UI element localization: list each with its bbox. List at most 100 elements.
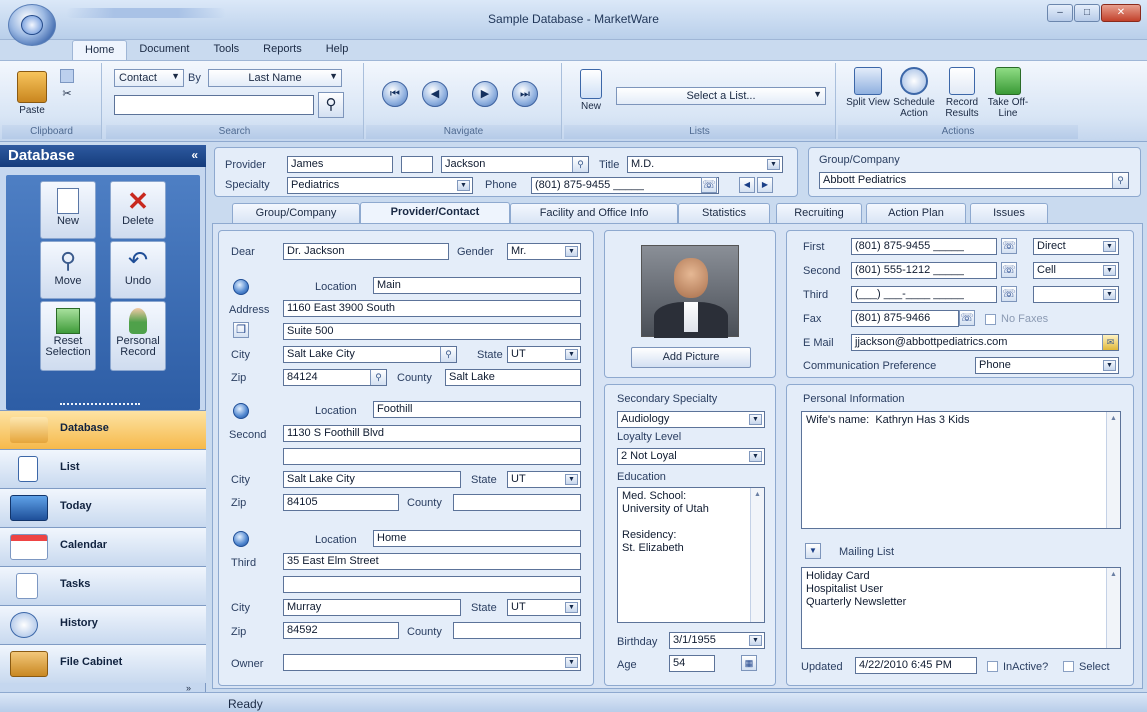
loyalty-level-select[interactable]: 2 Not Loyal ▼ — [617, 448, 765, 465]
nav-list[interactable]: List — [0, 449, 206, 488]
dial-phone-icon[interactable]: ☏ — [1001, 262, 1017, 278]
address3-location[interactable]: Home — [373, 530, 581, 547]
address1-state[interactable]: UT ▼ — [507, 346, 581, 363]
previous-record-icon[interactable]: ◀ — [422, 81, 448, 107]
new-list-button[interactable]: New — [574, 69, 608, 112]
move-record-button[interactable]: ⚲ Move — [40, 241, 96, 299]
address1-county[interactable]: Salt Lake — [445, 369, 581, 386]
address3-zip[interactable]: 84592 — [283, 622, 399, 639]
previous-phone-icon[interactable]: ◀ — [739, 177, 755, 193]
first-phone-type[interactable]: Direct ▼ — [1033, 238, 1119, 255]
cut-icon[interactable]: ✂ — [60, 89, 74, 103]
second-phone-type[interactable]: Cell ▼ — [1033, 262, 1119, 279]
personal-record-button[interactable]: Personal Record — [110, 301, 166, 371]
provider-first-name[interactable]: James — [287, 156, 393, 173]
tab-recruiting[interactable]: Recruiting — [776, 203, 862, 223]
minimize-button[interactable]: – — [1047, 4, 1073, 22]
add-picture-button[interactable]: Add Picture — [631, 347, 751, 368]
address3-line2[interactable] — [283, 576, 581, 593]
nav-history[interactable]: History — [0, 605, 206, 644]
address3-state[interactable]: UT ▼ — [507, 599, 581, 616]
group-company-field[interactable]: Abbott Pediatrics ⚲ — [819, 172, 1129, 189]
tab-issues[interactable]: Issues — [970, 203, 1048, 223]
search-by-combo[interactable]: Last Name ▼ — [208, 69, 342, 87]
address2-line1[interactable]: 1130 S Foothill Blvd — [283, 425, 581, 442]
inactive-checkbox[interactable] — [987, 661, 998, 672]
no-faxes-checkbox[interactable] — [985, 314, 996, 325]
lookup-icon[interactable]: ⚲ — [572, 157, 588, 172]
dear-field[interactable]: Dr. Jackson — [283, 243, 449, 260]
secondary-specialty-select[interactable]: Audiology ▼ — [617, 411, 765, 428]
first-phone-field[interactable]: (801) 875-9455 _____ — [851, 238, 997, 255]
search-field-combo[interactable]: Contact ▼ — [114, 69, 184, 87]
calculator-icon[interactable]: ▦ — [741, 655, 757, 671]
address3-county[interactable] — [453, 622, 581, 639]
reset-selection-button[interactable]: Reset Selection — [40, 301, 96, 371]
birthday-field[interactable]: 3/1/1955 ▼ — [669, 632, 765, 649]
tab-statistics[interactable]: Statistics — [678, 203, 770, 223]
nav-calendar[interactable]: Calendar — [0, 527, 206, 566]
address3-city[interactable]: Murray — [283, 599, 461, 616]
paste-button[interactable]: Paste — [12, 71, 52, 116]
menu-help[interactable]: Help — [314, 40, 361, 60]
dial-phone-icon[interactable]: ☏ — [701, 177, 717, 193]
address1-line1[interactable]: 1160 East 3900 South — [283, 300, 581, 317]
menu-tools[interactable]: Tools — [201, 40, 251, 60]
copy-address-icon[interactable]: ❐ — [233, 322, 249, 338]
map-globe-icon[interactable] — [233, 531, 249, 547]
select-list-combo[interactable]: Select a List... ▼ — [616, 87, 826, 105]
map-globe-icon[interactable] — [233, 403, 249, 419]
copy-icon[interactable] — [60, 69, 74, 83]
next-phone-icon[interactable]: ▶ — [757, 177, 773, 193]
specialty-select[interactable]: Pediatrics ▼ — [287, 177, 473, 194]
new-record-button[interactable]: New — [40, 181, 96, 239]
search-icon[interactable]: ⚲ — [318, 92, 344, 118]
app-menu-button[interactable] — [8, 4, 56, 46]
undo-button[interactable]: ↶ Undo — [110, 241, 166, 299]
take-offline-button[interactable]: Take Off-Line — [986, 67, 1030, 119]
tab-facility-office[interactable]: Facility and Office Info — [510, 203, 678, 223]
close-button[interactable]: ✕ — [1101, 4, 1141, 22]
menu-reports[interactable]: Reports — [251, 40, 314, 60]
provider-last-name[interactable]: Jackson ⚲ — [441, 156, 589, 173]
record-results-button[interactable]: Record Results — [940, 67, 984, 119]
second-phone-field[interactable]: (801) 555-1212 _____ — [851, 262, 997, 279]
first-record-icon[interactable]: ⏮ — [382, 81, 408, 107]
mailing-list-dropdown-icon[interactable]: ▼ — [805, 543, 821, 559]
tab-action-plan[interactable]: Action Plan — [866, 203, 966, 223]
last-record-icon[interactable]: ⏭ — [512, 81, 538, 107]
tab-group-company[interactable]: Group/Company — [232, 203, 360, 223]
address2-zip[interactable]: 84105 — [283, 494, 399, 511]
schedule-action-button[interactable]: Schedule Action — [890, 67, 938, 119]
communication-preference-select[interactable]: Phone ▼ — [975, 357, 1119, 374]
title-select[interactable]: M.D. ▼ — [627, 156, 783, 173]
dial-phone-icon[interactable]: ☏ — [1001, 238, 1017, 254]
delete-record-button[interactable]: ✕ Delete — [110, 181, 166, 239]
provider-middle-name[interactable] — [401, 156, 433, 173]
address3-line1[interactable]: 35 East Elm Street — [283, 553, 581, 570]
address2-city[interactable]: Salt Lake City — [283, 471, 461, 488]
address2-state[interactable]: UT ▼ — [507, 471, 581, 488]
nav-file-cabinet[interactable]: File Cabinet — [0, 644, 206, 683]
splitter-grip[interactable] — [60, 403, 140, 406]
scrollbar[interactable]: ▲ — [1106, 568, 1120, 648]
lookup-icon[interactable]: ⚲ — [1112, 173, 1128, 188]
nav-database[interactable]: Database — [0, 410, 206, 449]
education-field[interactable]: Med. School: University of Utah Residenc… — [617, 487, 765, 623]
next-record-icon[interactable]: ▶ — [472, 81, 498, 107]
address1-line2[interactable]: Suite 500 — [283, 323, 581, 340]
age-field[interactable]: 54 — [669, 655, 715, 672]
select-checkbox[interactable] — [1063, 661, 1074, 672]
mailing-list-field[interactable]: Holiday Card Hospitalist User Quarterly … — [801, 567, 1121, 649]
nav-today[interactable]: Today — [0, 488, 206, 527]
dial-fax-icon[interactable]: ☏ — [959, 310, 975, 326]
lookup-icon[interactable]: ⚲ — [370, 370, 386, 385]
tab-provider-contact[interactable]: Provider/Contact — [360, 202, 510, 224]
address2-line2[interactable] — [283, 448, 581, 465]
fax-field[interactable]: (801) 875-9466 — [851, 310, 959, 327]
gender-select[interactable]: Mr. ▼ — [507, 243, 581, 260]
address1-location[interactable]: Main — [373, 277, 581, 294]
scrollbar[interactable]: ▲ — [1106, 412, 1120, 528]
address1-zip[interactable]: 84124 ⚲ — [283, 369, 387, 386]
phone-field[interactable]: (801) 875-9455 _____ — [531, 177, 719, 194]
